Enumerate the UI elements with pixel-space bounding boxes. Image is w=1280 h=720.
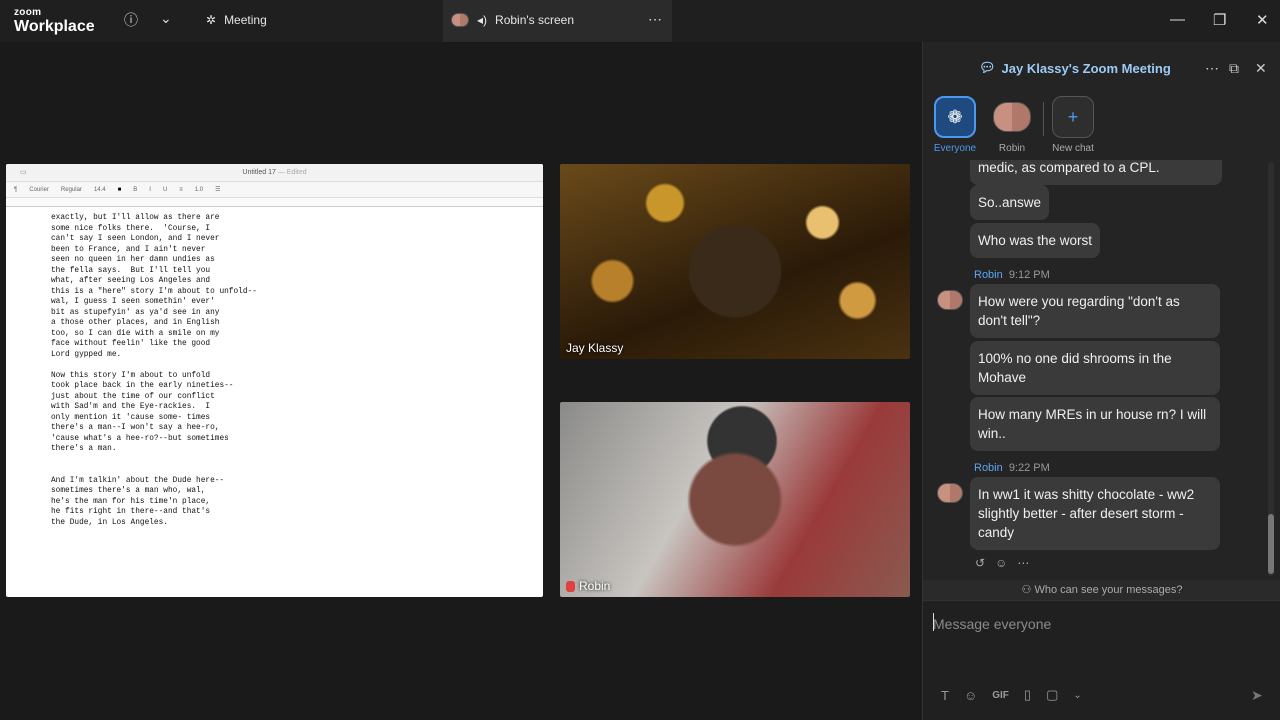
pop-out-icon[interactable]: ⧉: [1229, 60, 1239, 77]
tab-label: New chat: [1052, 143, 1094, 154]
shared-screen: ▭ Untitled 17 — Edited ¶ Courier Regular…: [6, 164, 543, 597]
emoji-react-icon[interactable]: ☺: [995, 556, 1007, 570]
paragraph-icon: ¶: [14, 186, 18, 193]
message-bubble: Who was the worst: [970, 223, 1101, 258]
scrollbar-thumb[interactable]: [1268, 514, 1274, 574]
document-title: Untitled 17: [242, 169, 276, 176]
sender-name: Robin: [974, 462, 1003, 474]
meeting-label: Meeting: [224, 13, 267, 27]
chat-title: 💬︎ Jay Klassy's Zoom Meeting: [979, 60, 1171, 76]
screenshot-icon[interactable]: ▢: [1046, 687, 1058, 703]
video-tile-robin[interactable]: Robin: [560, 402, 910, 597]
participant-label: Robin: [579, 579, 611, 593]
bold-icon: B: [133, 186, 138, 193]
robin-avatar: [451, 13, 469, 27]
gif-button[interactable]: GIF: [992, 690, 1009, 701]
sender-name: Robin: [974, 269, 1003, 281]
chat-title-text: Jay Klassy's Zoom Meeting: [1001, 60, 1171, 76]
more-actions-icon[interactable]: ⋯: [1017, 556, 1029, 570]
message-sender: Robin 9:22 PM: [974, 462, 1050, 474]
font-style: Regular: [60, 186, 82, 193]
tab-everyone[interactable]: ❁ Everyone: [933, 96, 977, 154]
chat-panel: 💬︎ Jay Klassy's Zoom Meeting ⋯ ⧉ ✕ ❁ Eve…: [922, 42, 1280, 720]
message-time: 9:22 PM: [1008, 462, 1050, 474]
info-icon[interactable]: ⓘ: [124, 10, 138, 30]
people-icon: ✲: [206, 13, 217, 27]
message-bubble: How were you regarding "don't as don't t…: [970, 284, 1220, 338]
document-text: exactly, but I'll allow as there are som…: [51, 214, 257, 527]
sidebar-icon: ▭: [20, 169, 27, 176]
participant-name-jay: Jay Klassy: [566, 341, 623, 355]
screen-share-tab[interactable]: ◂) Robin's screen ⋯: [443, 0, 672, 42]
message-actions: ↺ ☺ ⋯: [975, 556, 1029, 570]
font-name: Courier: [29, 186, 49, 193]
message-time: 9:12 PM: [1008, 269, 1050, 281]
tab-label: Robin: [998, 143, 1026, 154]
logo-bottom: Workplace: [14, 18, 95, 35]
color-swatch-icon: ■: [117, 186, 122, 193]
list-icon: ☰: [215, 187, 221, 193]
chat-tabs: ❁ Everyone Robin + New chat: [923, 96, 1280, 158]
tab-new-chat[interactable]: + New chat: [1051, 96, 1095, 154]
title-bar: zoom Workplace ⓘ ⌄ ✲ Meeting ◂) Robin's …: [0, 0, 1280, 42]
minimize-icon[interactable]: —: [1170, 11, 1185, 28]
sender-avatar[interactable]: [937, 483, 963, 503]
line-spacing: 1.0: [194, 186, 204, 193]
chevron-down-icon[interactable]: ⌄: [1073, 690, 1081, 701]
close-chat-icon[interactable]: ✕: [1255, 60, 1267, 77]
participant-name-robin: Robin: [566, 579, 610, 593]
document-toolbar: ¶ Courier Regular 14.4 ■ B I U ≡ 1.0 ☰: [6, 182, 543, 198]
everyone-icon: ❁: [934, 96, 976, 138]
italic-icon: I: [149, 186, 151, 193]
chat-bubble-icon: 💬︎: [979, 60, 996, 75]
participant-label: Jay Klassy: [566, 341, 624, 355]
sender-avatar[interactable]: [937, 290, 963, 310]
logo-top: zoom: [14, 7, 42, 18]
tab-divider: [1043, 102, 1044, 136]
format-text-icon[interactable]: T: [941, 688, 949, 703]
message-bubble: So..answe: [970, 185, 1050, 220]
underline-icon: U: [162, 186, 168, 193]
message-bubble: medic, as compared to a CPL.: [970, 160, 1222, 185]
chat-header: 💬︎ Jay Klassy's Zoom Meeting ⋯ ⧉ ✕: [923, 52, 1280, 88]
close-icon[interactable]: ✕: [1256, 11, 1269, 29]
tab-robin[interactable]: Robin: [991, 96, 1033, 154]
robin-avatar-icon: [991, 96, 1033, 138]
people-icon: ⚇: [1021, 584, 1032, 596]
more-options-icon[interactable]: ⋯: [648, 11, 662, 28]
who-can-see-link[interactable]: ⚇ Who can see your messages?: [923, 580, 1280, 600]
restore-icon[interactable]: ❐: [1213, 11, 1226, 29]
meeting-area: ▭ Untitled 17 — Edited ¶ Courier Regular…: [0, 42, 922, 720]
tab-label: Everyone: [933, 143, 977, 154]
ruler: [6, 198, 543, 207]
document-status: — Edited: [277, 169, 307, 176]
font-size: 14.4: [93, 186, 106, 193]
message-list: medic, as compared to a CPL. So..answe W…: [923, 160, 1271, 578]
muted-mic-icon: [566, 580, 575, 592]
video-tile-jay[interactable]: Jay Klassy: [560, 164, 910, 359]
chat-scrollbar[interactable]: [1268, 162, 1274, 576]
align-icon: ≡: [179, 186, 183, 193]
reply-icon[interactable]: ↺: [975, 556, 985, 570]
message-bubble: In ww1 it was shitty chocolate - ww2 sli…: [970, 477, 1220, 550]
document-title-bar: ▭ Untitled 17 — Edited: [6, 164, 543, 182]
message-bubble: How many MREs in ur house rn? I will win…: [970, 397, 1220, 451]
file-icon[interactable]: ▯: [1024, 687, 1031, 703]
plus-icon: +: [1052, 96, 1094, 138]
who-can-see-text: Who can see your messages?: [1034, 584, 1183, 596]
speaker-icon: ◂): [477, 13, 488, 27]
composer-tools: T ☺ GIF ▯ ▢ ⌄: [941, 687, 1082, 703]
message-sender: Robin 9:12 PM: [974, 269, 1050, 281]
message-bubble: 100% no one did shrooms in the Mohave: [970, 341, 1220, 395]
send-icon[interactable]: ➤: [1251, 687, 1263, 704]
emoji-icon[interactable]: ☺: [964, 688, 977, 703]
meeting-button[interactable]: ✲ Meeting: [206, 13, 267, 27]
message-composer: T ☺ GIF ▯ ▢ ⌄ ➤: [923, 600, 1280, 720]
screen-label: Robin's screen: [495, 13, 575, 27]
more-icon[interactable]: ⋯: [1205, 60, 1219, 77]
message-input[interactable]: [933, 609, 1263, 639]
zoom-logo: zoom Workplace: [14, 8, 95, 35]
chevron-down-icon[interactable]: ⌄: [160, 10, 172, 27]
